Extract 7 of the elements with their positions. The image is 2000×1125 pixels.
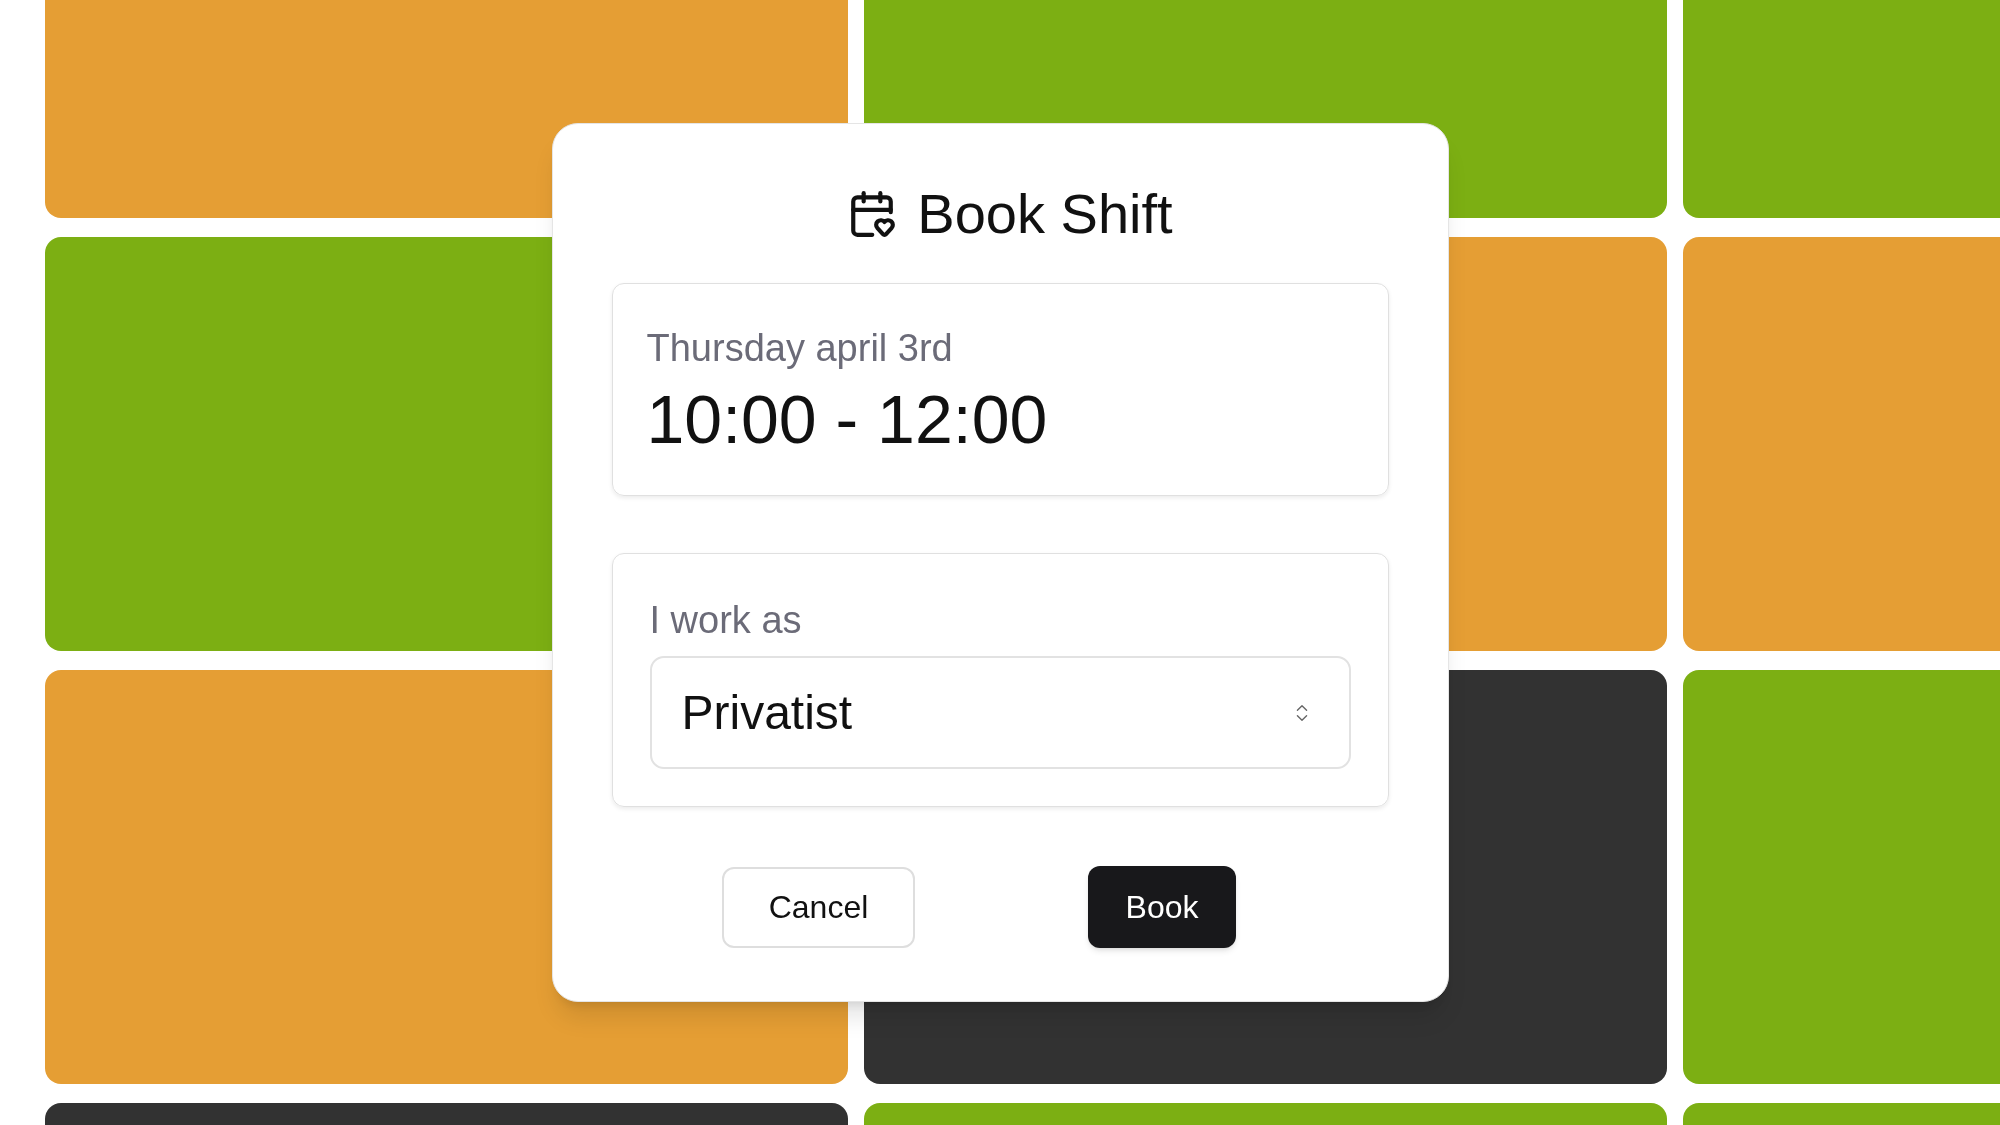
cancel-button[interactable]: Cancel bbox=[722, 866, 915, 948]
shift-date: Thursday april 3rd bbox=[646, 326, 954, 370]
shift-time-range: 10:00 - 12:00 bbox=[646, 381, 1049, 457]
dialog-title: Book Shift bbox=[917, 184, 1173, 244]
role-select[interactable]: Privatist bbox=[649, 656, 1351, 769]
book-button[interactable]: Book bbox=[1088, 866, 1236, 948]
field-label: I work as bbox=[649, 598, 803, 642]
